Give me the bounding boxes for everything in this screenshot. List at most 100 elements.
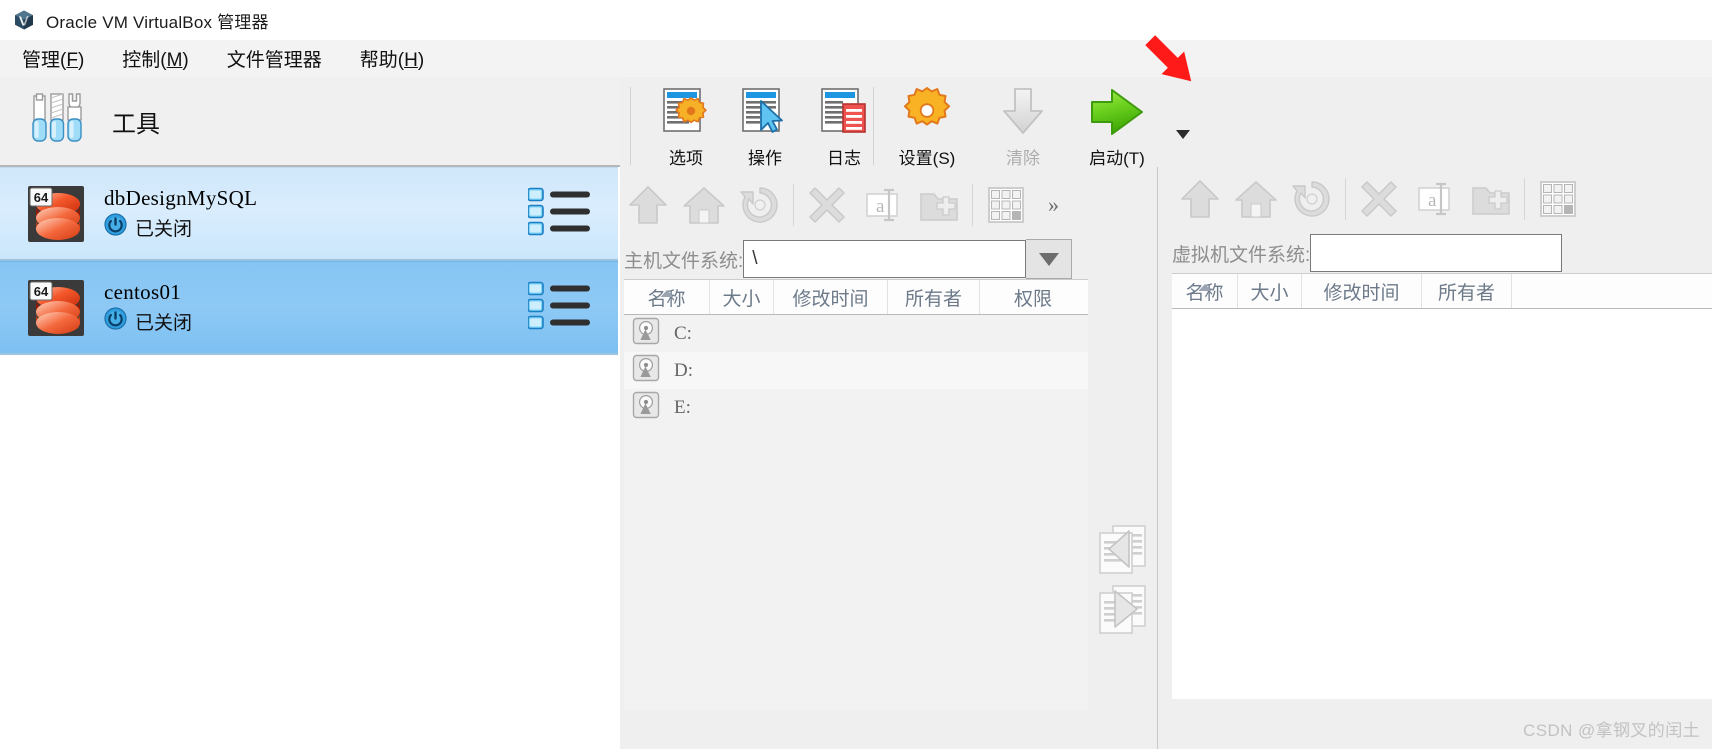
svg-text:64: 64: [34, 284, 49, 299]
toolbar-log[interactable]: 日志: [796, 83, 892, 169]
new-folder-icon[interactable]: [911, 177, 967, 233]
main-toolbar: 选项 操作 日志 设置(S) 清除 启动(T): [620, 77, 1712, 173]
vm-state-label: 已关闭: [135, 218, 193, 240]
watermark: CSDN @拿钢叉的闰土: [1523, 721, 1700, 740]
menu-file-manager[interactable]: 文件管理器: [211, 43, 338, 74]
toolbar-separator: [873, 87, 874, 165]
power-off-icon: [104, 307, 127, 335]
guest-column-owner[interactable]: 所有者: [1422, 274, 1512, 308]
preferences-gear-page-icon: [658, 83, 714, 141]
toolbar-operations-label: 操作: [748, 149, 782, 168]
hard-drive-icon: [632, 391, 660, 424]
power-off-icon: [104, 213, 127, 241]
vm-details-list-icon: [527, 186, 590, 241]
title-bar: Oracle VM VirtualBox 管理器: [0, 0, 1712, 40]
host-file-name: C:: [674, 322, 692, 344]
svg-text:a: a: [1428, 190, 1437, 211]
hard-drive-icon: [632, 354, 660, 387]
copy-left-icon[interactable]: [1094, 521, 1152, 577]
virtualbox-cube-icon: [13, 9, 35, 31]
go-home-icon[interactable]: [1228, 171, 1284, 227]
toolbar-discard[interactable]: 清除: [975, 83, 1071, 169]
delete-icon[interactable]: [1351, 171, 1407, 227]
host-column-modified[interactable]: 修改时间: [774, 280, 888, 314]
host-path-row: 主机文件系统: \: [624, 239, 1088, 279]
tools-icon: [26, 88, 88, 155]
sort-ascending-icon: [660, 281, 673, 303]
svg-text:64: 64: [34, 190, 49, 205]
toolbar-separator: [972, 184, 973, 226]
transfer-buttons-column: [1088, 173, 1158, 749]
go-up-icon[interactable]: [1172, 171, 1228, 227]
toolbar-settings-label: 设置(S): [898, 149, 956, 168]
toolbar-separator: [630, 87, 631, 165]
oracle-linux-icon: 64: [26, 278, 86, 338]
hard-drive-icon: [632, 317, 660, 350]
refresh-icon[interactable]: [1284, 171, 1340, 227]
guest-path-input[interactable]: [1310, 234, 1563, 272]
host-column-size[interactable]: 大小: [710, 280, 774, 314]
guest-fm-toolbar: a: [1172, 167, 1712, 231]
svg-text:a: a: [876, 196, 885, 217]
properties-grid-icon[interactable]: [978, 177, 1034, 233]
vm-name: centos01: [104, 279, 182, 304]
guest-table-header: 名称 大小 修改时间 所有者: [1172, 273, 1712, 309]
new-folder-icon[interactable]: [1463, 171, 1519, 227]
gear-icon: [899, 83, 955, 141]
toolbar-discard-label: 清除: [1006, 149, 1040, 168]
copy-right-icon[interactable]: [1094, 581, 1152, 637]
host-column-owner[interactable]: 所有者: [888, 280, 980, 314]
host-path-label: 主机文件系统:: [624, 250, 744, 272]
toolbar-start-label: 启动(T): [1089, 149, 1145, 168]
vm-list-item-dbdesignmysql[interactable]: 64 dbDesignMySQL 已关闭: [0, 167, 618, 261]
host-file-manager-pane: a » 主机文件系统: \ 名称 大小 修改时间 所有者 权限 C: D: E:: [620, 173, 1088, 749]
toolbar-preferences-label: 选项: [669, 149, 703, 168]
rename-icon[interactable]: a: [855, 177, 911, 233]
sidebar-item-tools-label: 工具: [112, 111, 160, 138]
guest-path-row: 虚拟机文件系统:: [1172, 233, 1712, 273]
vm-list-item-centos01[interactable]: 64 centos01 已关闭: [0, 261, 618, 355]
guest-column-size[interactable]: 大小: [1238, 274, 1302, 308]
go-home-icon[interactable]: [676, 177, 732, 233]
host-file-row[interactable]: D:: [624, 352, 1088, 389]
host-table-header: 名称 大小 修改时间 所有者 权限: [624, 279, 1088, 315]
menu-manage[interactable]: 管理(F): [6, 43, 100, 74]
go-up-icon[interactable]: [620, 177, 676, 233]
rename-icon[interactable]: a: [1407, 171, 1463, 227]
window-title: Oracle VM VirtualBox 管理器: [46, 12, 269, 32]
guest-column-spacer: [1512, 274, 1712, 308]
start-dropdown-chevron-down-icon[interactable]: [1172, 125, 1194, 143]
host-column-permissions[interactable]: 权限: [980, 280, 1086, 314]
toolbar-separator: [1345, 178, 1346, 220]
host-file-name: D:: [674, 359, 693, 381]
delete-icon[interactable]: [799, 177, 855, 233]
vm-name: dbDesignMySQL: [104, 185, 258, 210]
menu-help[interactable]: 帮助(H): [344, 43, 440, 74]
operations-cursor-page-icon: [737, 83, 793, 141]
guest-file-list: [1172, 309, 1712, 699]
sidebar-item-tools[interactable]: 工具: [0, 77, 620, 167]
host-path-input[interactable]: \: [743, 240, 1027, 278]
host-file-list: C: D: E:: [624, 315, 1088, 710]
guest-column-name[interactable]: 名称: [1172, 274, 1238, 308]
down-arrow-icon: [995, 83, 1051, 141]
host-file-name: E:: [674, 396, 691, 418]
main-area: 选项 操作 日志 设置(S) 清除 启动(T) a » 主机文件系统: \ 名称…: [620, 77, 1712, 749]
toolbar-settings[interactable]: 设置(S): [879, 83, 975, 169]
host-file-row[interactable]: E:: [624, 389, 1088, 426]
host-file-row[interactable]: C:: [624, 315, 1088, 352]
host-path-dropdown[interactable]: [1026, 239, 1073, 279]
green-right-arrow-icon: [1087, 83, 1147, 141]
host-column-name[interactable]: 名称: [624, 280, 710, 314]
host-fm-toolbar: a »: [620, 173, 1088, 237]
toolbar-start[interactable]: 启动(T): [1069, 83, 1165, 169]
refresh-icon[interactable]: [732, 177, 788, 233]
vm-list-panel: 工具 64 dbDesignMySQL 已关闭 64 centos01 已关闭: [0, 77, 620, 749]
guest-column-modified[interactable]: 修改时间: [1302, 274, 1422, 308]
log-page-icon: [816, 83, 872, 141]
menu-control[interactable]: 控制(M): [106, 43, 204, 74]
toolbar-overflow-button[interactable]: »: [1048, 192, 1059, 218]
properties-grid-icon[interactable]: [1530, 171, 1586, 227]
guest-path-label: 虚拟机文件系统:: [1172, 244, 1311, 266]
menu-bar: 管理(F) 控制(M) 文件管理器 帮助(H): [0, 40, 1712, 78]
